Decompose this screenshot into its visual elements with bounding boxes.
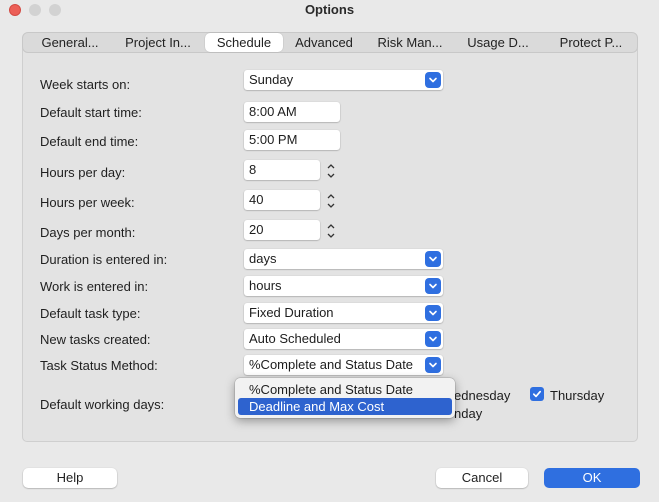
tab-advanced[interactable]: Advanced xyxy=(289,33,359,52)
week-starts-on-label: Week starts on: xyxy=(40,77,131,92)
thursday-checkbox[interactable] xyxy=(530,387,544,401)
default-end-time-label: Default end time: xyxy=(40,134,139,149)
tab-usage-data[interactable]: Usage D... xyxy=(462,33,534,52)
default-start-time-field[interactable]: 8:00 AM xyxy=(244,102,340,122)
task-status-method-value: %Complete and Status Date xyxy=(249,357,414,372)
chevron-down-icon xyxy=(425,331,441,347)
chevron-down-icon xyxy=(425,305,441,321)
default-task-type-value: Fixed Duration xyxy=(249,305,334,320)
duration-entered-in-value: days xyxy=(249,251,277,266)
new-tasks-created-select[interactable]: Auto Scheduled xyxy=(244,329,443,349)
task-status-method-select[interactable]: %Complete and Status Date xyxy=(244,355,443,375)
duration-entered-in-label: Duration is entered in: xyxy=(40,252,168,267)
days-per-month-label: Days per month: xyxy=(40,225,136,240)
task-status-method-label: Task Status Method: xyxy=(40,358,158,373)
default-start-time-label: Default start time: xyxy=(40,105,142,120)
days-per-month-stepper[interactable] xyxy=(326,222,336,240)
window-title: Options xyxy=(304,2,355,17)
default-end-time-field[interactable]: 5:00 PM xyxy=(244,130,340,150)
tab-project-info[interactable]: Project In... xyxy=(120,33,196,52)
hours-per-day-stepper[interactable] xyxy=(326,162,336,180)
new-tasks-created-label: New tasks created: xyxy=(40,332,151,347)
chevron-down-icon xyxy=(425,278,441,294)
help-button[interactable]: Help xyxy=(23,468,117,488)
hours-per-day-label: Hours per day: xyxy=(40,165,126,180)
title-bar: Options xyxy=(0,0,659,20)
new-tasks-created-value: Auto Scheduled xyxy=(249,331,341,346)
checkmark-icon xyxy=(532,390,542,398)
chevron-down-icon xyxy=(425,251,441,267)
wednesday-label-partial: ednesday xyxy=(454,388,511,403)
duration-entered-in-select[interactable]: days xyxy=(244,249,443,269)
days-per-month-field[interactable]: 20 xyxy=(244,220,320,240)
menu-option-deadline-max-cost[interactable]: Deadline and Max Cost xyxy=(238,398,452,415)
hours-per-week-field[interactable]: 40 xyxy=(244,190,320,210)
tab-protect-project[interactable]: Protect P... xyxy=(551,33,631,52)
tab-general[interactable]: General... xyxy=(31,33,109,52)
cancel-button[interactable]: Cancel xyxy=(436,468,528,488)
ok-button[interactable]: OK xyxy=(544,468,640,488)
hours-per-week-stepper[interactable] xyxy=(326,192,336,210)
hours-per-day-field[interactable]: 8 xyxy=(244,160,320,180)
hours-per-week-label: Hours per week: xyxy=(40,195,135,210)
chevron-down-icon xyxy=(425,357,441,373)
tab-bar: General... Project In... Schedule Advanc… xyxy=(22,32,638,53)
work-entered-in-select[interactable]: hours xyxy=(244,276,443,296)
default-working-days-label: Default working days: xyxy=(40,397,165,412)
menu-option-complete-status-date[interactable]: %Complete and Status Date xyxy=(238,381,452,398)
tab-schedule[interactable]: Schedule xyxy=(205,33,283,52)
week-starts-on-value: Sunday xyxy=(249,72,294,87)
chevron-down-icon xyxy=(425,72,441,88)
thursday-label[interactable]: Thursday xyxy=(550,388,604,403)
sunday-label-partial: nday xyxy=(454,406,483,421)
work-entered-in-label: Work is entered in: xyxy=(40,279,149,294)
default-task-type-label: Default task type: xyxy=(40,306,141,321)
default-task-type-select[interactable]: Fixed Duration xyxy=(244,303,443,323)
week-starts-on-select[interactable]: Sunday xyxy=(244,70,443,90)
work-entered-in-value: hours xyxy=(249,278,282,293)
tab-risk-management[interactable]: Risk Man... xyxy=(372,33,448,52)
task-status-method-menu: %Complete and Status Date Deadline and M… xyxy=(235,378,455,418)
